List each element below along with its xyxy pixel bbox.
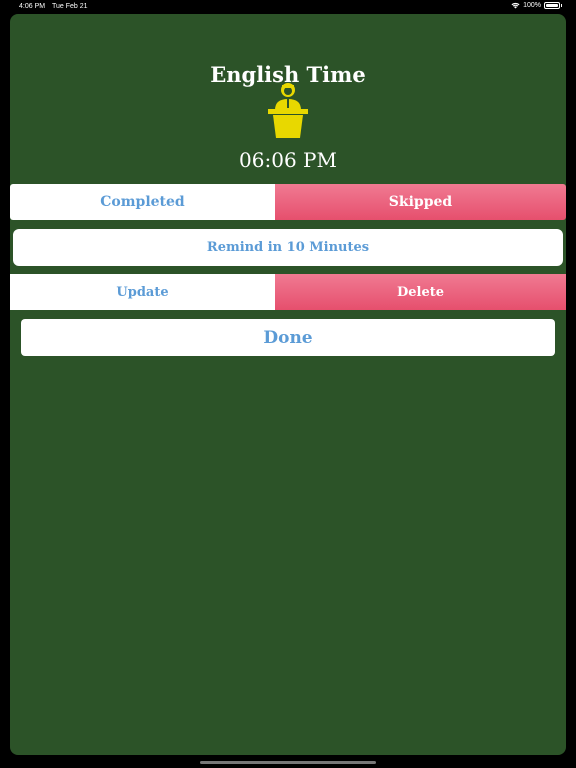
status-bar: 4:06 PM Tue Feb 21 100% bbox=[0, 0, 576, 14]
battery-percent: 100% bbox=[523, 2, 541, 9]
completed-button[interactable]: Completed bbox=[10, 184, 275, 220]
update-button[interactable]: Update bbox=[10, 274, 275, 310]
status-date: Tue Feb 21 bbox=[52, 3, 88, 10]
reminder-time: 06:06 PM bbox=[239, 148, 337, 172]
delete-button[interactable]: Delete bbox=[275, 274, 566, 310]
status-indicators: 100% bbox=[511, 2, 562, 9]
speaker-podium-icon bbox=[268, 83, 308, 138]
battery-nub bbox=[561, 4, 562, 7]
status-time: 4:06 PM bbox=[19, 3, 46, 10]
home-indicator[interactable] bbox=[200, 761, 376, 764]
battery-icon bbox=[544, 2, 560, 9]
remind-later-button[interactable]: Remind in 10 Minutes bbox=[13, 229, 563, 266]
reminder-panel: English Time 06:06 PM Completed Skipped … bbox=[10, 14, 566, 755]
done-button[interactable]: Done bbox=[21, 319, 555, 356]
wifi-icon bbox=[511, 2, 520, 9]
skipped-button[interactable]: Skipped bbox=[275, 184, 566, 220]
